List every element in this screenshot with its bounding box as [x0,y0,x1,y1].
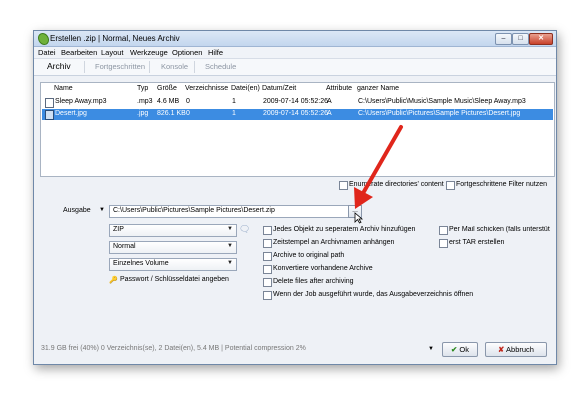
chevron-down-icon[interactable]: ▼ [99,207,105,213]
option-checkbox[interactable] [263,265,272,274]
window-title: Erstellen .zip | Normal, Neues Archiv [50,34,180,43]
cursor-icon [354,212,364,224]
option-label: Jedes Objekt zu seperatem Archiv hinzufü… [273,226,416,233]
cell-type: .mp3 [137,98,153,105]
option-checkbox[interactable] [263,278,272,287]
cell-attr: A [327,98,332,105]
cell-type: .jpg [137,110,149,117]
ok-label: Ok [459,345,469,354]
advanced-filter-checkbox[interactable] [446,181,455,190]
title-bar[interactable]: Erstellen .zip | Normal, Neues Archiv – … [34,31,556,47]
advanced-filter-label: Fortgeschrittene Filter nutzen [456,181,548,188]
tab-separator [84,61,85,73]
format-select[interactable]: ZIP ▼ [109,224,237,237]
audio-file-icon [45,98,54,108]
cancel-button[interactable]: ✘ Abbruch [485,342,547,357]
col-fullname[interactable]: ganzer Name [357,85,399,92]
cell-fullname: C:\Users\Public\Pictures\Sample Pictures… [358,110,521,117]
chevron-down-icon: ▼ [227,243,233,249]
volume-select[interactable]: Einzelnes Volume ▼ [109,258,237,271]
menu-datei[interactable]: Datei [38,48,56,57]
cell-date: 2009-07-14 05:52:26 [263,98,328,105]
tab-bar: Archiv Fortgeschritten Konsole Schedule [34,59,556,76]
table-row[interactable]: Sleep Away.mp3 .mp3 4.6 MB 0 1 2009-07-1… [42,97,553,108]
ok-button[interactable]: ✔ Ok [442,342,478,357]
option-checkbox[interactable] [263,226,272,235]
image-file-icon [45,110,54,120]
output-label: Ausgabe [63,207,91,214]
cell-size: 4.6 MB [157,98,180,105]
menu-layout[interactable]: Layout [101,48,124,57]
chevron-down-icon: ▼ [227,226,233,232]
level-value: Normal [113,243,136,250]
password-link[interactable]: Passwort / Schlüsseldatei angeben [120,276,229,283]
cancel-label: Abbruch [506,345,534,354]
chevron-down-icon[interactable]: ▼ [428,346,434,352]
cell-dirs: 0 [186,110,190,117]
check-icon: ✔ [451,345,458,354]
cell-files: 1 [232,110,236,117]
option-label: Konvertiere vorhandene Archive [273,265,373,272]
cell-fullname: C:\Users\Public\Music\Sample Music\Sleep… [358,98,526,105]
tab-schedule[interactable]: Schedule [205,62,236,71]
enumerate-label: Enumerate directories' content [349,181,444,188]
enumerate-checkbox[interactable] [339,181,348,190]
menu-bearbeiten[interactable]: Bearbeiten [61,48,97,57]
option-label: Delete files after archiving [273,278,354,285]
file-list[interactable]: Name Typ Größe Verzeichnisse Datei(en) D… [40,82,555,177]
leaf-icon [38,33,49,45]
output-path-input[interactable]: C:\Users\Public\Pictures\Sample Pictures… [109,205,351,218]
option-checkbox[interactable] [263,252,272,261]
cell-date: 2009-07-14 05:52:26 [263,110,328,117]
option-label: erst TAR erstellen [449,239,505,246]
key-icon: 🔑 [109,277,118,284]
menu-bar: Datei Bearbeiten Layout Werkzeuge Option… [34,47,556,59]
menu-hilfe[interactable]: Hilfe [208,48,223,57]
cell-dirs: 0 [186,98,190,105]
col-size[interactable]: Größe [157,85,177,92]
level-select[interactable]: Normal ▼ [109,241,237,254]
comment-icon[interactable]: 🗨 [239,224,250,235]
close-icon: ✘ [498,345,505,354]
col-dirs[interactable]: Verzeichnisse [185,85,228,92]
col-attr[interactable]: Attribute [326,85,352,92]
menu-werkzeuge[interactable]: Werkzeuge [130,48,168,57]
format-value: ZIP [113,226,124,233]
option-label: Archive to original path [273,252,345,259]
output-path-text: C:\Users\Public\Pictures\Sample Pictures… [113,207,275,214]
tab-konsole[interactable]: Konsole [161,62,188,71]
cell-files: 1 [232,98,236,105]
volume-value: Einzelnes Volume [113,260,169,267]
close-button[interactable]: ✕ [529,33,553,45]
option-label: Zeitstempel an Archivnamen anhängen [273,239,395,246]
maximize-button[interactable]: □ [512,33,529,45]
col-name[interactable]: Name [54,85,73,92]
option-label: Per Mail schicken (falls unterstüt [449,226,550,233]
cell-name: Sleep Away.mp3 [55,98,107,105]
status-text: 31.9 GB frei (40%) 0 Verzeichnis(se), 2 … [41,345,306,352]
col-typ[interactable]: Typ [137,85,148,92]
col-files[interactable]: Datei(en) [231,85,260,92]
tab-archiv[interactable]: Archiv [47,61,71,71]
option-checkbox[interactable] [263,239,272,248]
tab-fortgeschritten[interactable]: Fortgeschritten [95,62,145,71]
minimize-button[interactable]: – [495,33,512,45]
col-date[interactable]: Datum/Zeit [262,85,296,92]
option-label: Wenn der Job ausgeführt wurde, das Ausga… [273,291,474,298]
tab-separator [149,61,150,73]
app-window: Erstellen .zip | Normal, Neues Archiv – … [33,30,557,365]
option-checkbox[interactable] [439,226,448,235]
option-checkbox[interactable] [263,291,272,300]
table-row-selected[interactable]: Desert.jpg .jpg 826.1 KB 0 1 2009-07-14 … [42,109,553,120]
cell-name: Desert.jpg [55,110,87,117]
tab-separator [194,61,195,73]
cell-size: 826.1 KB [157,110,186,117]
chevron-down-icon: ▼ [227,260,233,266]
menu-optionen[interactable]: Optionen [172,48,202,57]
cell-attr: A [327,110,332,117]
option-checkbox[interactable] [439,239,448,248]
